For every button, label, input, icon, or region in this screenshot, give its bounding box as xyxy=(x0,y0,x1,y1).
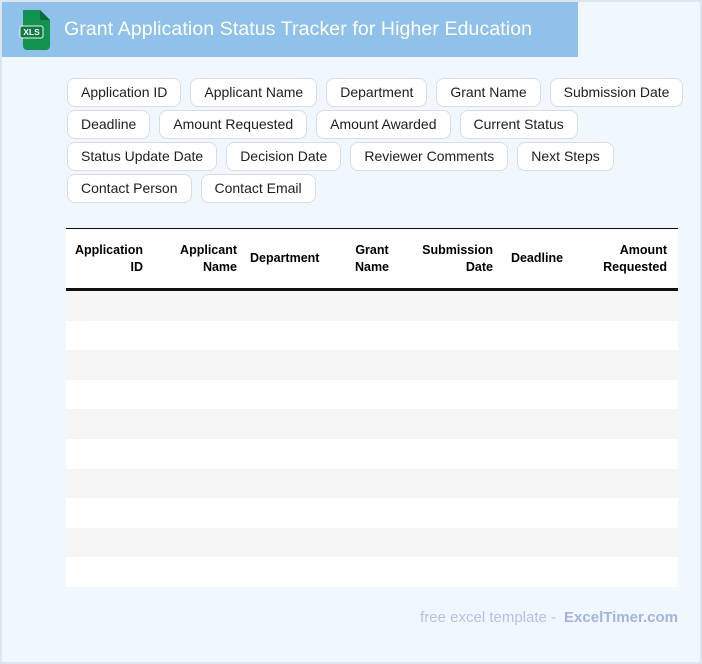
column-header-grant-name: Grant Name xyxy=(354,243,390,274)
column-header-amount-requested: Amount Requested xyxy=(603,243,667,274)
chip-row-2: Deadline Amount Requested Amount Awarded… xyxy=(67,110,683,139)
xls-file-icon: XLS xyxy=(19,9,50,50)
column-header-applicant-name: Applicant Name xyxy=(180,243,237,274)
chip-row-3: Status Update Date Decision Date Reviewe… xyxy=(67,142,683,171)
column-header-submission-date: Submission Date xyxy=(422,243,493,274)
footer-brand-link[interactable]: ExcelTimer.com xyxy=(564,609,678,626)
field-chip-contact-person[interactable]: Contact Person xyxy=(67,174,192,203)
field-chip-department[interactable]: Department xyxy=(326,78,428,107)
svg-text:XLS: XLS xyxy=(23,27,40,37)
field-chip-applicant-name[interactable]: Applicant Name xyxy=(190,78,318,107)
field-chip-status-update-date[interactable]: Status Update Date xyxy=(67,142,218,171)
footer: free excel template - ExcelTimer.com xyxy=(420,609,678,626)
field-chip-application-id[interactable]: Application ID xyxy=(67,78,182,107)
page: XLS Grant Application Status Tracker for… xyxy=(0,0,702,664)
table-row xyxy=(66,379,678,410)
table-row xyxy=(66,468,678,499)
column-header-application-id: Application ID xyxy=(74,243,143,274)
field-chip-list: Application ID Applicant Name Department… xyxy=(67,78,684,206)
column-header-department: Department xyxy=(250,251,320,266)
page-title: Grant Application Status Tracker for Hig… xyxy=(64,18,533,40)
field-chip-grant-name[interactable]: Grant Name xyxy=(436,78,541,107)
field-chip-amount-requested[interactable]: Amount Requested xyxy=(159,110,308,139)
field-chip-decision-date[interactable]: Decision Date xyxy=(226,142,342,171)
field-chip-reviewer-comments[interactable]: Reviewer Comments xyxy=(350,142,509,171)
table-row xyxy=(66,527,678,558)
table-row xyxy=(66,557,678,587)
field-chip-current-status[interactable]: Current Status xyxy=(459,110,578,139)
column-header-deadline: Deadline xyxy=(510,251,564,266)
grant-table: Application ID Applicant Name Department… xyxy=(66,228,678,587)
title-bar: XLS Grant Application Status Tracker for… xyxy=(2,2,578,57)
field-chip-next-steps[interactable]: Next Steps xyxy=(517,142,614,171)
table-row xyxy=(66,409,678,439)
field-chip-contact-email[interactable]: Contact Email xyxy=(200,174,316,203)
chip-row-4: Contact Person Contact Email xyxy=(67,174,683,203)
table-body xyxy=(66,291,678,587)
table-row xyxy=(66,350,678,380)
table-row xyxy=(66,320,678,351)
table-row xyxy=(66,498,678,528)
field-chip-submission-date[interactable]: Submission Date xyxy=(549,78,684,107)
field-chip-amount-awarded[interactable]: Amount Awarded xyxy=(316,110,451,139)
table-header-row: Application ID Applicant Name Department… xyxy=(66,228,678,291)
field-chip-deadline[interactable]: Deadline xyxy=(67,110,151,139)
table-row xyxy=(66,291,678,321)
chip-row-1: Application ID Applicant Name Department… xyxy=(67,78,684,107)
table-row xyxy=(66,438,678,469)
footer-text: free excel template - xyxy=(420,609,557,626)
